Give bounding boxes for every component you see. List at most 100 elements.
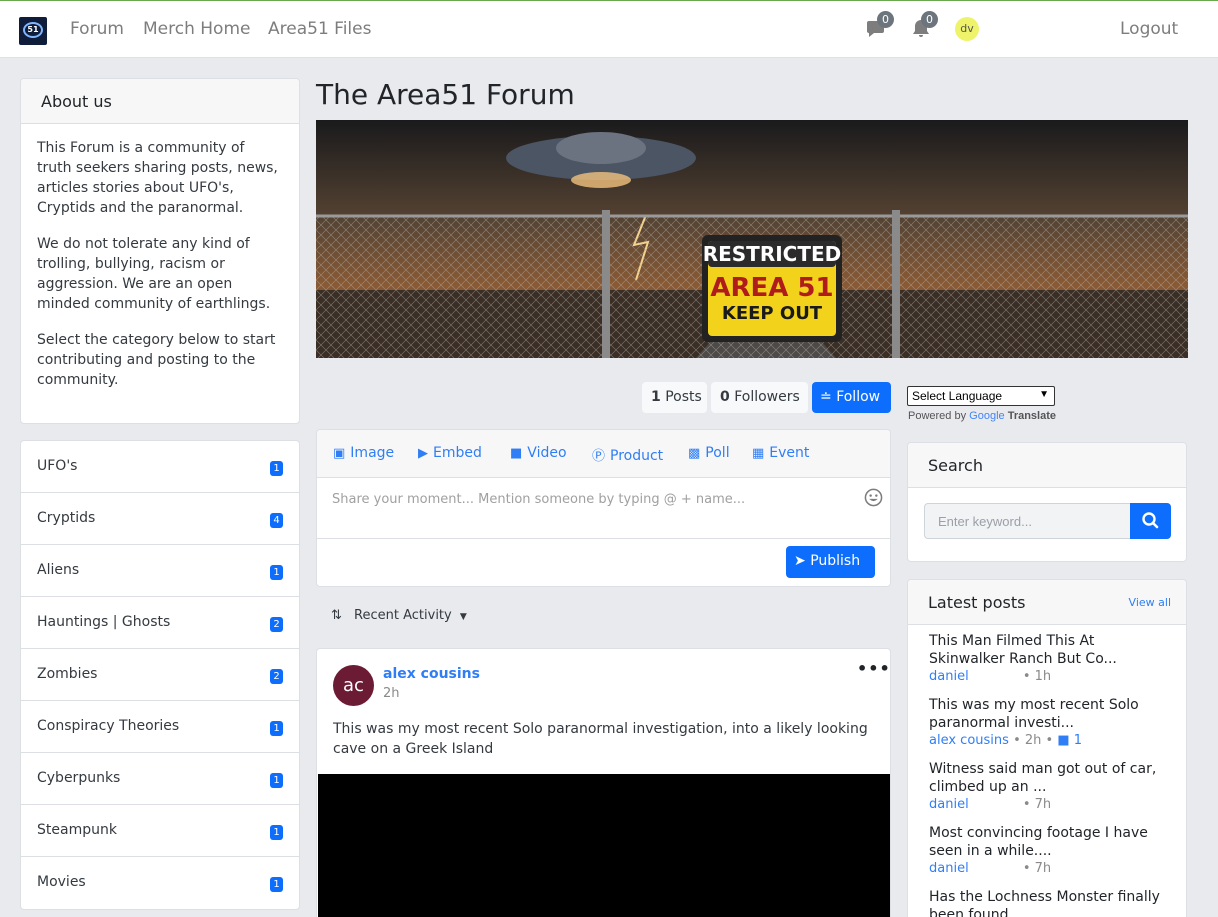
search-title: Search [908,443,1186,488]
latest-post-time: 2h [1024,733,1042,748]
category-count-badge: 2 [270,617,283,632]
follow-button[interactable]: ≐ Follow [812,382,891,413]
search-button[interactable] [1130,503,1171,539]
poll-icon: ▩ [688,446,701,461]
latest-posts-header: Latest posts View all [908,580,1186,625]
calendar-icon: ▦ [752,446,765,461]
category-item-zombies[interactable]: Zombies 2 [21,649,299,701]
post-video-embed[interactable] [318,774,890,917]
page-title: The Area51 Forum [316,78,575,111]
category-item-conspiracy[interactable]: Conspiracy Theories 1 [21,701,299,753]
image-icon: ▣ [333,446,346,461]
latest-post-meta: daniel • 1h [929,669,1052,684]
category-count-badge: 1 [270,825,283,840]
powered-by-google: Powered by Google Translate [908,410,1056,422]
category-item-ufos[interactable]: UFO's 1 [21,441,299,493]
composer-tab-poll[interactable]: ▩ Poll [688,445,730,461]
latest-post-author[interactable]: daniel [929,861,969,876]
latest-post-title[interactable]: Most convincing footage I have seen in a… [929,824,1174,860]
follow-label: Follow [836,389,881,405]
view-all-link[interactable]: View all [1129,596,1171,609]
language-select-value: Select Language [912,389,1003,403]
comment-icon: ■ [1057,733,1070,748]
category-item-cryptids[interactable]: Cryptids 4 [21,493,299,545]
composer-tab-embed[interactable]: ▶ Embed [418,445,482,461]
category-count-badge: 1 [270,877,283,892]
banner-sign-line3: KEEP OUT [722,303,823,324]
category-item-movies[interactable]: Movies 1 [21,857,299,909]
category-item-steampunk[interactable]: Steampunk 1 [21,805,299,857]
language-select[interactable]: Select Language ▼ [907,386,1055,406]
category-name: Aliens [37,562,80,578]
translate-label: Translate [1007,410,1057,422]
nav-link-merch-home[interactable]: Merch Home [143,19,250,39]
post-text: This was my most recent Solo paranormal … [333,721,868,757]
category-count-badge: 1 [270,565,283,580]
category-name: Hauntings | Ghosts [37,614,171,630]
about-paragraph: We do not tolerate any kind of trolling,… [37,236,271,312]
site-logo[interactable]: 51 [19,17,47,45]
latest-post-author[interactable]: daniel [929,797,969,812]
powered-by-label: Powered by [908,410,967,422]
banner-sign-line2: AREA 51 [710,273,833,303]
search-input[interactable]: Enter keyword... [924,503,1132,539]
post-composer: ▣ Image ▶ Embed ■ Video Ⓟ Product ▩ Poll ▦ Eve… [316,429,891,587]
category-name: Movies [37,874,86,890]
composer-tab-label: Event [769,445,810,461]
composer-input[interactable]: Share your moment... Mention someone by … [332,492,852,507]
nav-link-forum[interactable]: Forum [70,19,124,39]
latest-posts-card: Latest posts View all This Man Filmed Th… [907,579,1187,917]
composer-tabs: ▣ Image ▶ Embed ■ Video Ⓟ Product ▩ Poll ▦ Eve… [317,430,890,478]
latest-post-time: 1h [1034,669,1052,684]
posts-count-button[interactable]: 1 Posts [642,382,707,413]
publish-label: Publish [810,553,861,569]
category-count-badge: 1 [270,721,283,736]
latest-post-title[interactable]: Witness said man got out of car, climbed… [929,760,1174,796]
send-icon: ➤ [794,553,806,569]
chevron-down-icon: ▼ [1039,389,1049,400]
category-name: Cryptids [37,510,96,526]
followers-count: 0 [720,389,730,405]
category-count-badge: 4 [270,513,283,528]
emoji-icon[interactable] [864,488,883,507]
latest-post-author[interactable]: daniel [929,669,969,684]
post-more-options[interactable]: ••• [857,659,890,678]
publish-button[interactable]: ➤ Publish [786,546,875,578]
latest-post-title[interactable]: This Man Filmed This At Skinwalker Ranch… [929,632,1174,668]
category-item-aliens[interactable]: Aliens 1 [21,545,299,597]
posts-label: Posts [665,389,702,405]
category-name: Conspiracy Theories [37,718,180,734]
category-count-badge: 1 [270,773,283,788]
followers-count-button[interactable]: 0 Followers [711,382,808,413]
user-avatar[interactable]: dv [955,17,979,41]
logo-text: 51 [27,25,39,34]
category-item-hauntings[interactable]: Hauntings | Ghosts 2 [21,597,299,649]
forum-banner: RESTRICTED AREA 51 KEEP OUT [316,120,1188,358]
category-item-cyberpunks[interactable]: Cyberpunks 1 [21,753,299,805]
composer-tab-video[interactable]: ■ Video [510,445,567,461]
logout-link[interactable]: Logout [1120,19,1178,39]
product-icon: Ⓟ [592,449,606,464]
latest-post-time: 7h [1034,797,1052,812]
sort-dropdown[interactable]: ⇅ Recent Activity ▼ [331,608,467,623]
activity-post: ac alex cousins 2h ••• This was my most … [316,648,891,917]
latest-post-title[interactable]: This was my most recent Solo paranormal … [929,696,1174,732]
google-logo: Google [969,410,1005,422]
posts-count: 1 [651,389,661,405]
category-name: Steampunk [37,822,117,838]
composer-tab-product[interactable]: Ⓟ Product [592,445,663,464]
composer-tab-event[interactable]: ▦ Event [752,445,809,461]
post-timestamp: 2h [383,686,400,701]
composer-tab-label: Video [527,445,567,461]
nav-link-area51-files[interactable]: Area51 Files [268,19,371,39]
composer-tab-label: Poll [705,445,730,461]
latest-posts-title: Latest posts [928,593,1026,612]
latest-post-author[interactable]: alex cousins [929,733,1009,748]
latest-post-title[interactable]: Has the Lochness Monster finally been fo… [929,888,1174,917]
post-author-link[interactable]: alex cousins [383,666,480,682]
latest-post-time: 7h [1034,861,1052,876]
sort-label: Recent Activity [354,608,452,623]
composer-tab-image[interactable]: ▣ Image [333,445,394,461]
about-paragraph: Select the category below to start contr… [37,332,276,388]
post-author-avatar[interactable]: ac [333,665,374,706]
